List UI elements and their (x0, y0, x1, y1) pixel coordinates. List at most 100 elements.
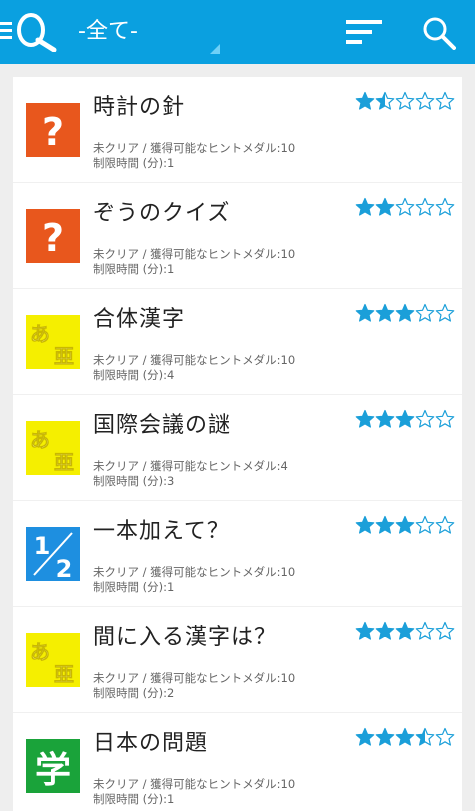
puzzle-status: 未クリア / 獲得可能なヒントメダル:10 (93, 247, 296, 261)
quiz-logo-icon (14, 10, 60, 53)
category-filter-label: -全て- (78, 19, 138, 44)
difficulty-rating (355, 409, 455, 429)
difficulty-rating (355, 515, 455, 535)
puzzle-title: 間に入る漢字は？ (93, 625, 278, 650)
star-icon (435, 197, 455, 216)
star-icon (395, 197, 415, 216)
star-icon (375, 515, 395, 534)
difficulty-rating (355, 197, 455, 217)
puzzle-meta: 未クリア / 獲得可能なヒントメダル:10 制限時間 (分):4 (93, 353, 295, 383)
star-icon (435, 303, 455, 322)
puzzle-time-limit: 制限時間 (分):2 (93, 686, 175, 700)
star-icon (355, 91, 375, 110)
star-icon (355, 409, 375, 428)
puzzle-title: 合体漢字 (93, 307, 186, 332)
kanji-icon: あ 亜 (26, 633, 80, 687)
star-icon (415, 91, 435, 110)
menu-icon[interactable] (0, 22, 14, 42)
star-icon (395, 621, 415, 640)
numbers-icon: 1 2 (26, 527, 80, 581)
puzzle-time-limit: 制限時間 (分):4 (93, 368, 175, 382)
category-filter-dropdown[interactable]: -全て- (78, 16, 228, 54)
puzzle-title: 国際会議の謎 (93, 413, 232, 438)
puzzle-meta: 未クリア / 獲得可能なヒントメダル:10 制限時間 (分):1 (93, 141, 295, 171)
star-icon (375, 91, 395, 110)
star-icon (395, 727, 415, 746)
star-icon (375, 197, 395, 216)
puzzle-time-limit: 制限時間 (分):1 (93, 580, 175, 594)
question-icon: ? (26, 209, 80, 263)
app-bar: -全て- (0, 0, 475, 64)
star-icon (355, 197, 375, 216)
search-icon[interactable] (422, 16, 456, 50)
puzzle-status: 未クリア / 獲得可能なヒントメダル:10 (93, 565, 296, 579)
puzzle-time-limit: 制限時間 (分):1 (93, 262, 175, 276)
puzzle-title: ぞうのクイズ (93, 201, 231, 226)
puzzle-list-item[interactable]: 学日本の問題未クリア / 獲得可能なヒントメダル:10 制限時間 (分):1 (13, 713, 462, 811)
svg-text:1: 1 (34, 532, 51, 560)
kanji-icon: あ 亜 (26, 315, 80, 369)
difficulty-rating (355, 621, 455, 641)
svg-text:あ: あ (30, 428, 50, 452)
svg-text:あ: あ (30, 322, 50, 346)
puzzle-list: ? 時計の針 未クリア / 獲得可能なヒントメダル:10 制限時間 (分):1 ? ぞう… (13, 77, 462, 811)
svg-text:2: 2 (56, 555, 73, 581)
star-icon (415, 515, 435, 534)
svg-text:学: 学 (35, 749, 71, 791)
puzzle-list-item[interactable]: 1 2 一本加えて？ 未クリア / 獲得可能なヒントメダル:10 制限時間 (分):1 (13, 501, 462, 607)
star-icon (415, 197, 435, 216)
star-icon (355, 515, 375, 534)
svg-text:亜: 亜 (54, 344, 74, 368)
star-icon (355, 621, 375, 640)
star-icon (415, 621, 435, 640)
star-icon (395, 303, 415, 322)
svg-text:?: ? (42, 110, 64, 154)
star-icon (395, 91, 415, 110)
puzzle-status: 未クリア / 獲得可能なヒントメダル:10 (93, 353, 296, 367)
difficulty-rating (355, 303, 455, 323)
puzzle-title: 一本加えて？ (93, 519, 230, 544)
puzzle-list-item[interactable]: あ 亜国際会議の謎未クリア / 獲得可能なヒントメダル:4 制限時間 (分):3 (13, 395, 462, 501)
svg-text:?: ? (42, 216, 64, 260)
puzzle-list-item[interactable]: あ 亜合体漢字未クリア / 獲得可能なヒントメダル:10 制限時間 (分):4 (13, 289, 462, 395)
star-icon (375, 409, 395, 428)
puzzle-status: 未クリア / 獲得可能なヒントメダル:10 (93, 777, 296, 791)
question-icon: ? (26, 103, 80, 157)
svg-text:亜: 亜 (54, 450, 74, 474)
star-icon (375, 727, 395, 746)
puzzle-meta: 未クリア / 獲得可能なヒントメダル:10 制限時間 (分):1 (93, 247, 295, 277)
star-icon (415, 409, 435, 428)
puzzle-meta: 未クリア / 獲得可能なヒントメダル:10 制限時間 (分):1 (93, 565, 295, 595)
star-icon (415, 303, 435, 322)
puzzle-meta: 未クリア / 獲得可能なヒントメダル:10 制限時間 (分):1 (93, 777, 295, 807)
star-icon (435, 621, 455, 640)
puzzle-status: 未クリア / 獲得可能なヒントメダル:4 (93, 459, 288, 473)
dropdown-indicator-icon (210, 44, 220, 54)
puzzle-meta: 未クリア / 獲得可能なヒントメダル:4 制限時間 (分):3 (93, 459, 288, 489)
star-icon (415, 727, 435, 746)
star-icon (375, 303, 395, 322)
puzzle-list-item[interactable]: ? ぞうのクイズ未クリア / 獲得可能なヒントメダル:10 制限時間 (分):1 (13, 183, 462, 289)
kanji-icon: あ 亜 (26, 421, 80, 475)
puzzle-list-item[interactable]: ? 時計の針未クリア / 獲得可能なヒントメダル:10 制限時間 (分):1 (13, 77, 462, 183)
puzzle-list-item[interactable]: あ 亜間に入る漢字は？ 未クリア / 獲得可能なヒントメダル:10 制限時間 (分)… (13, 607, 462, 713)
star-icon (355, 303, 375, 322)
star-icon (375, 621, 395, 640)
star-icon (395, 515, 415, 534)
star-icon (435, 515, 455, 534)
star-icon (355, 727, 375, 746)
puzzle-title: 時計の針 (93, 95, 186, 120)
puzzle-status: 未クリア / 獲得可能なヒントメダル:10 (93, 671, 296, 685)
sort-icon[interactable] (346, 19, 382, 45)
difficulty-rating (355, 727, 455, 747)
difficulty-rating (355, 91, 455, 111)
star-icon (395, 409, 415, 428)
star-icon (435, 409, 455, 428)
puzzle-time-limit: 制限時間 (分):1 (93, 156, 175, 170)
puzzle-meta: 未クリア / 獲得可能なヒントメダル:10 制限時間 (分):2 (93, 671, 295, 701)
puzzle-title: 日本の問題 (93, 731, 209, 756)
svg-text:亜: 亜 (54, 662, 74, 686)
star-icon (435, 91, 455, 110)
star-icon (435, 727, 455, 746)
svg-text:あ: あ (30, 640, 50, 664)
